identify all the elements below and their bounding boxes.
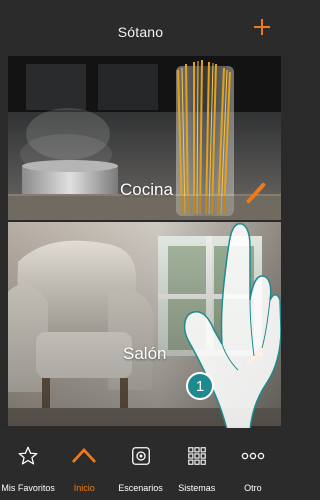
room-label: Salón: [123, 344, 167, 363]
tab-systems[interactable]: Sistemas: [169, 428, 225, 500]
page-title: Sótano: [117, 24, 164, 40]
grid-icon: [185, 444, 209, 468]
room-tile-salon[interactable]: Salón: [8, 222, 281, 426]
tab-label: Sistemas: [178, 483, 216, 493]
step-badge: 1: [186, 372, 214, 400]
tab-label: Inicio: [73, 483, 95, 493]
top-bar: Sótano: [0, 0, 281, 56]
plus-icon: [254, 19, 270, 35]
tab-scenarios[interactable]: Escenarios: [112, 428, 168, 500]
more-icon: [241, 444, 265, 468]
tab-label: Mis Favoritos: [1, 483, 55, 493]
tab-other[interactable]: Otro: [225, 428, 281, 500]
room-label: Cocina: [120, 180, 173, 199]
tab-home[interactable]: Inicio: [56, 428, 112, 500]
add-button[interactable]: [251, 18, 273, 40]
room-tile-cocina[interactable]: Cocina: [8, 56, 281, 220]
tab-label: Otro: [244, 483, 262, 493]
bottom-tab-bar: Mis Favoritos Inicio Escenarios Sistemas…: [0, 428, 281, 500]
living-room-photo: [8, 222, 281, 426]
star-icon: [16, 444, 40, 468]
tab-label: Escenarios: [118, 483, 163, 493]
tab-favorites[interactable]: Mis Favoritos: [0, 428, 56, 500]
home-icon: [72, 444, 96, 468]
scenario-icon: [129, 444, 153, 468]
